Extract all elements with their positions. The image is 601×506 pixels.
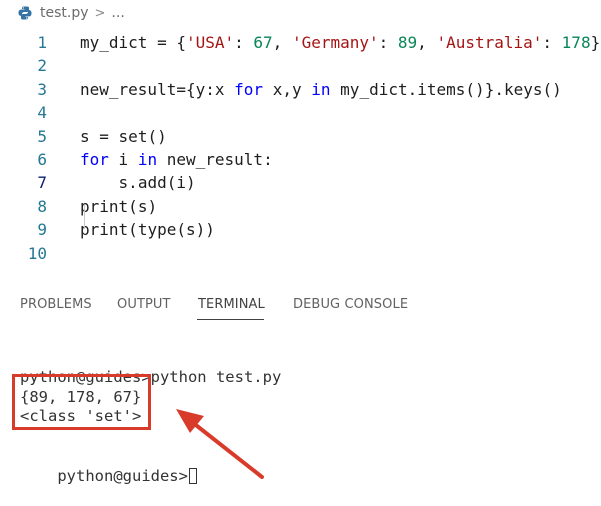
tab-terminal[interactable]: TERMINAL [198,297,265,312]
code-line[interactable]: 8 print(s) [0,195,601,218]
code-text: my_dict = {'USA': 67, 'Germany': 89, 'Au… [80,33,601,52]
indent-guide [84,205,85,229]
code-line[interactable]: 5 s = set() [0,125,601,148]
code-text: print(s) [80,196,158,216]
panel-tabbar: PROBLEMS OUTPUT TERMINAL DEBUG CONSOLE [0,289,601,323]
tab-output[interactable]: OUTPUT [117,297,171,312]
python-file-icon [17,5,33,21]
line-number: 3 [37,79,47,99]
line-number: 5 [37,126,47,146]
chevron-right-icon: > [94,5,106,21]
line-number: 4 [37,103,47,123]
line-number: 1 [37,33,47,52]
breadcrumb: test.py > ... [0,0,601,26]
code-line[interactable]: 6 for i in new_result: [0,148,601,171]
code-line[interactable]: 10 [0,242,601,265]
line-number: 6 [37,150,47,169]
line-number: 10 [27,243,47,263]
line-number: 8 [37,196,47,216]
code-text: new_result={y:x for x,y in my_dict.items… [80,79,562,99]
code-editor[interactable]: 1 my_dict = {'USA': 67, 'Germany': 89, 'A… [0,31,601,281]
breadcrumb-file[interactable]: test.py [40,5,89,21]
code-text: s = set() [80,126,167,146]
annotation-arrow-icon [176,409,264,479]
output-highlight-box [12,374,151,430]
code-line[interactable]: 4 [0,101,601,124]
line-number: 9 [37,220,47,240]
code-text: for i in new_result: [80,150,273,169]
code-line[interactable]: 7 s.add(i) [0,171,601,194]
breadcrumb-more[interactable]: ... [111,5,124,21]
code-line[interactable]: 9 print(type(s)) [0,218,601,241]
code-text: s.add(i) [118,173,196,193]
code-line[interactable]: 1 my_dict = {'USA': 67, 'Germany': 89, 'A… [0,31,601,54]
code-line[interactable]: 3 new_result={y:x for x,y in my_dict.item… [0,78,601,101]
line-number: 7 [37,173,47,193]
code-text: print(type(s)) [80,220,215,240]
active-tab-indicator [197,319,264,320]
tab-debug-console[interactable]: DEBUG CONSOLE [293,297,408,312]
line-number: 2 [37,56,47,76]
code-line[interactable]: 2 [0,54,601,77]
tab-problems[interactable]: PROBLEMS [20,297,92,312]
